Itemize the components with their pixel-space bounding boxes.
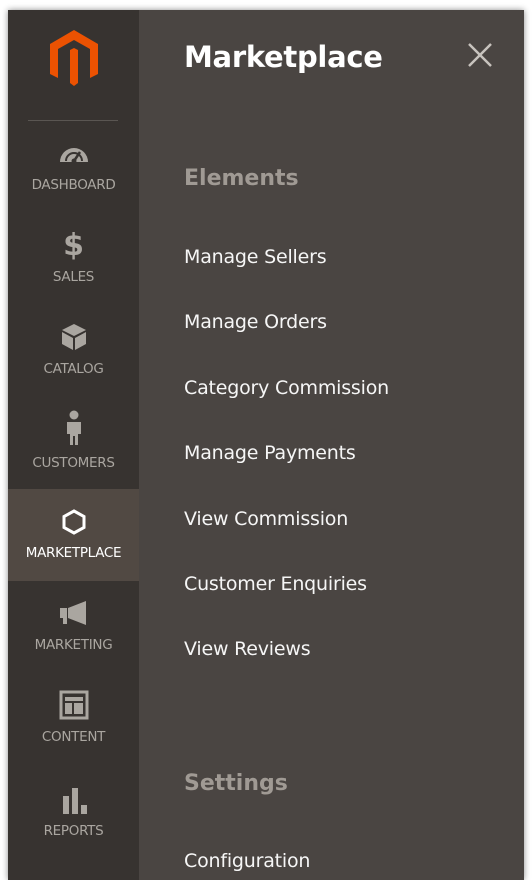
nav-item-customers[interactable]: CUSTOMERS xyxy=(8,404,139,496)
link-manage-orders[interactable]: Manage Orders xyxy=(184,311,327,333)
nav-item-dashboard[interactable]: DASHBOARD xyxy=(8,128,139,220)
link-manage-sellers[interactable]: Manage Sellers xyxy=(184,246,327,268)
nav-item-marketing[interactable]: MARKETING xyxy=(8,588,139,680)
link-configuration[interactable]: Configuration xyxy=(184,850,310,872)
nav-label: CUSTOMERS xyxy=(32,455,115,471)
dollar-icon: $ xyxy=(63,228,84,263)
admin-sidebar: DASHBOARD $ SALES CATALOG CUSTOMERS MARK… xyxy=(8,10,139,880)
nav-label: CATALOG xyxy=(43,361,104,377)
link-view-reviews[interactable]: View Reviews xyxy=(184,638,311,660)
box-icon xyxy=(8,322,139,356)
nav-item-marketplace[interactable]: MARKETPLACE xyxy=(8,489,139,581)
nav-label: REPORTS xyxy=(43,823,104,839)
marketplace-submenu-panel: Marketplace Elements Manage Sellers Mana… xyxy=(139,10,524,880)
layout-icon xyxy=(8,690,139,724)
logo-divider xyxy=(28,120,118,121)
nav-item-sales[interactable]: $ SALES xyxy=(8,220,139,312)
nav-item-content[interactable]: CONTENT xyxy=(8,680,139,772)
link-view-commission[interactable]: View Commission xyxy=(184,508,348,530)
nav-label: SALES xyxy=(52,269,95,285)
nav-label: DASHBOARD xyxy=(31,177,116,193)
section-title-elements: Elements xyxy=(184,166,299,191)
bar-chart-icon xyxy=(8,786,139,820)
link-customer-enquiries[interactable]: Customer Enquiries xyxy=(184,573,367,595)
section-title-settings: Settings xyxy=(184,771,288,796)
speedometer-icon xyxy=(8,140,139,168)
nav-label: CONTENT xyxy=(41,729,106,745)
nav-item-reports[interactable]: REPORTS xyxy=(8,772,139,864)
close-icon[interactable] xyxy=(465,40,495,70)
megaphone-icon xyxy=(8,600,139,630)
magento-logo-icon[interactable] xyxy=(46,28,102,88)
nav-item-catalog[interactable]: CATALOG xyxy=(8,312,139,404)
admin-menu-frame: DASHBOARD $ SALES CATALOG CUSTOMERS MARK… xyxy=(8,10,524,880)
person-icon xyxy=(8,410,139,450)
link-category-commission[interactable]: Category Commission xyxy=(184,377,389,399)
nav-label: MARKETING xyxy=(34,637,113,653)
link-manage-payments[interactable]: Manage Payments xyxy=(184,442,356,464)
hexagon-icon xyxy=(8,509,139,539)
panel-title: Marketplace xyxy=(184,40,383,74)
nav-label: MARKETPLACE xyxy=(25,545,122,561)
